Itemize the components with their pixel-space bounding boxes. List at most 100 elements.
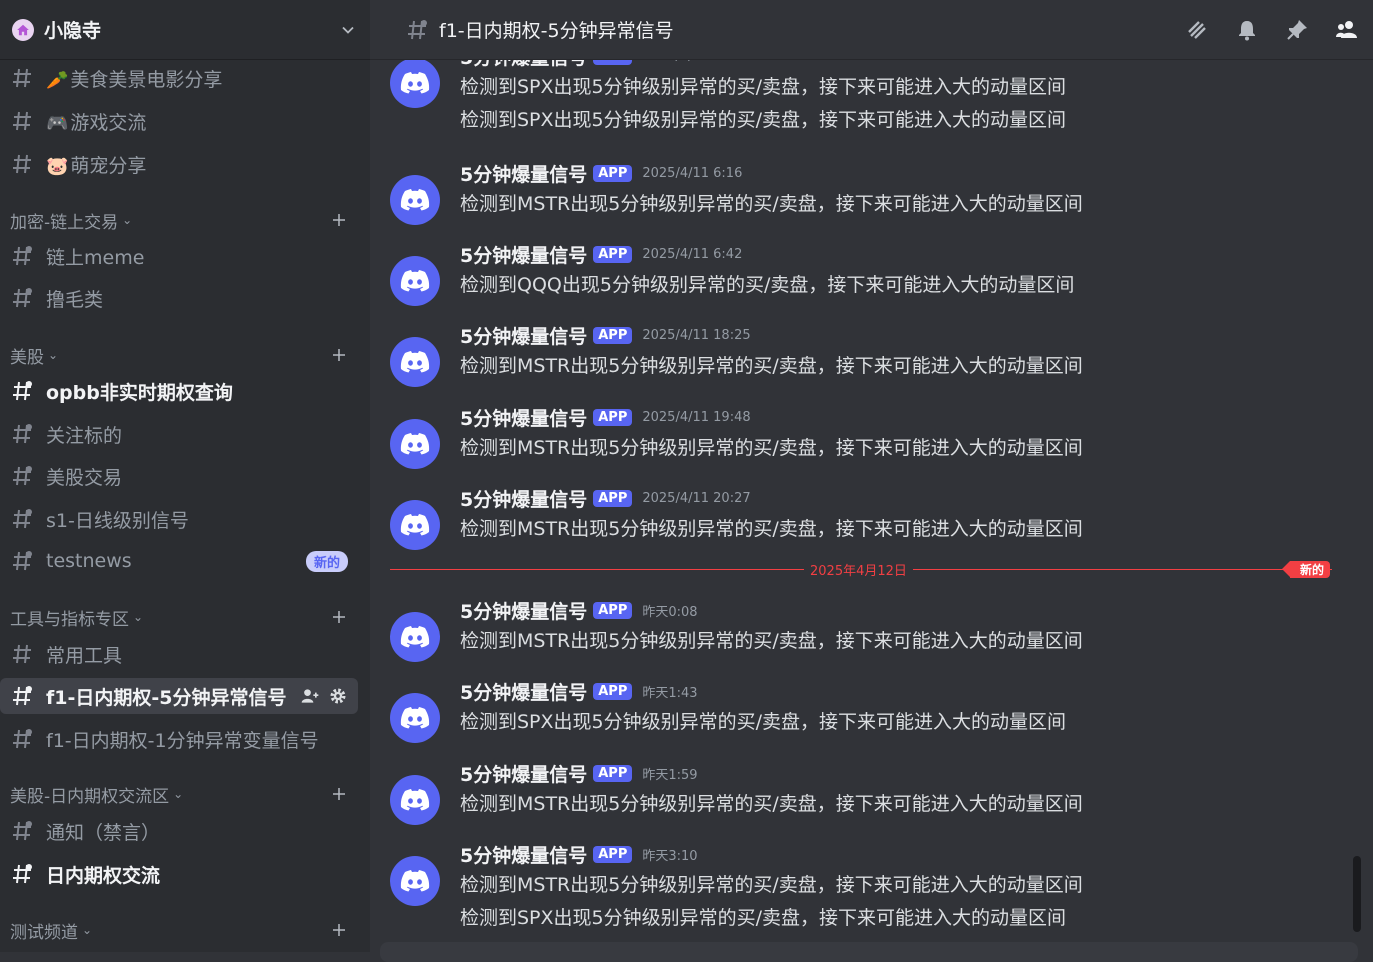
app-badge: APP xyxy=(593,845,633,863)
hash-threads-icon xyxy=(13,821,32,841)
message-author[interactable]: 5分钟爆量信号 xyxy=(460,404,587,431)
category-tools[interactable]: 工具与指标专区 ⌄ xyxy=(0,605,358,630)
scrollbar-thumb[interactable] xyxy=(1353,856,1361,932)
message-text: 检测到SPX出现5分钟级别异常的买/卖盘，接下来可能进入大的动量区间 xyxy=(460,907,1067,929)
category-label: 测试频道 xyxy=(10,922,78,943)
plus-icon[interactable] xyxy=(330,785,348,803)
message-timestamp: 2025/4/11 6:16 xyxy=(642,165,743,181)
category-us-stocks[interactable]: 美股 ⌄ xyxy=(0,343,358,368)
message-author[interactable]: 5分钟爆量信号 xyxy=(460,160,587,187)
channel-airdrop[interactable]: 撸毛类 xyxy=(0,280,358,316)
gamepad-emoji: 🎮 xyxy=(46,112,69,134)
message-input[interactable] xyxy=(380,942,1358,962)
channel-testnews[interactable]: testnews 新的 xyxy=(0,543,358,579)
message-list[interactable]: 5分钟爆量信号APP2025/4/11 6:38检测到SPX出现5分钟级别异常的… xyxy=(370,0,1373,952)
chevron-down-icon[interactable] xyxy=(338,20,358,40)
channel-label: 美食美景电影分享 xyxy=(70,68,223,91)
message-header: 5分钟爆量信号 APP 2025/4/11 20:27 xyxy=(460,485,751,512)
message-header: 5分钟爆量信号 APP 2025/4/11 6:42 xyxy=(460,241,743,268)
app-badge: APP xyxy=(593,164,633,182)
message-text: 检测到SPX出现5分钟级别异常的买/卖盘，接下来可能进入大的动量区间 xyxy=(460,76,1067,98)
hash-threads-icon xyxy=(13,509,32,529)
discord-avatar-icon[interactable] xyxy=(390,775,440,825)
message-timestamp: 2025/4/11 18:25 xyxy=(642,327,751,343)
plus-icon[interactable] xyxy=(330,608,348,626)
discord-avatar-icon[interactable] xyxy=(390,612,440,662)
hash-icon xyxy=(13,68,31,88)
message-author[interactable]: 5分钟爆量信号 xyxy=(460,241,587,268)
hash-threads-icon xyxy=(13,466,32,486)
channel-label: f1-日内期权-5分钟异常信号 xyxy=(46,686,287,709)
channel-intraday-chat[interactable]: 日内期权交流 xyxy=(0,856,358,892)
app-badge: APP xyxy=(593,489,633,507)
app-badge: APP xyxy=(593,601,633,619)
carrot-emoji: 🥕 xyxy=(46,69,69,91)
message-author[interactable]: 5分钟爆量信号 xyxy=(460,597,587,624)
plus-icon[interactable] xyxy=(330,921,348,939)
category-label: 美股 xyxy=(10,347,44,368)
category-label: 美股-日内期权交流区 xyxy=(10,786,170,807)
channel-label: 游戏交流 xyxy=(70,111,147,134)
message-author[interactable]: 5分钟爆量信号 xyxy=(460,841,587,868)
plus-icon[interactable] xyxy=(330,211,348,229)
discord-avatar-icon[interactable] xyxy=(390,856,440,906)
message-author[interactable]: 5分钟爆量信号 xyxy=(460,485,587,512)
pin-icon[interactable] xyxy=(1285,18,1309,42)
channel-label: 美股交易 xyxy=(46,466,123,489)
channel-header: f1-日内期权-5分钟异常信号 xyxy=(370,0,1373,60)
divider-date: 2025年4月12日 xyxy=(804,560,913,579)
discord-avatar-icon[interactable] xyxy=(390,58,440,108)
server-header[interactable]: 小隐寺 xyxy=(0,0,370,60)
channel-f1-1min[interactable]: f1-日内期权-1分钟异常变量信号 xyxy=(0,721,358,757)
chevron-down-icon: ⌄ xyxy=(48,348,59,362)
hash-threads-icon xyxy=(13,729,32,749)
channel-food[interactable]: 🥕 美食美景电影分享 xyxy=(0,60,358,96)
app-badge: APP xyxy=(593,245,633,263)
plus-icon[interactable] xyxy=(330,346,348,364)
discord-avatar-icon[interactable] xyxy=(390,256,440,306)
app-badge: APP xyxy=(593,764,633,782)
discord-avatar-icon[interactable] xyxy=(390,337,440,387)
members-icon[interactable] xyxy=(1335,18,1359,42)
category-crypto[interactable]: 加密-链上交易 ⌄ xyxy=(0,208,358,233)
hash-threads-icon xyxy=(13,864,32,884)
discord-avatar-icon[interactable] xyxy=(390,693,440,743)
discord-avatar-icon[interactable] xyxy=(390,175,440,225)
message-text: 检测到SPX出现5分钟级别异常的买/卖盘，接下来可能进入大的动量区间 xyxy=(460,711,1067,733)
message-text: 检测到MSTR出现5分钟级别异常的买/卖盘，接下来可能进入大的动量区间 xyxy=(460,518,1083,540)
bell-icon[interactable] xyxy=(1235,18,1259,42)
channel-tools[interactable]: 常用工具 xyxy=(0,636,358,672)
message-header: 5分钟爆量信号 APP 2025/4/11 19:48 xyxy=(460,404,751,431)
message-author[interactable]: 5分钟爆量信号 xyxy=(460,322,587,349)
home-icon xyxy=(12,18,34,41)
discord-avatar-icon[interactable] xyxy=(390,419,440,469)
channel-notice[interactable]: 通知（禁言） xyxy=(0,813,358,849)
category-test[interactable]: 测试频道 ⌄ xyxy=(0,918,358,943)
threads-icon[interactable] xyxy=(1185,18,1209,42)
channel-label: 日内期权交流 xyxy=(46,864,161,887)
message-author[interactable]: 5分钟爆量信号 xyxy=(460,760,587,787)
message-timestamp: 2025/4/11 6:42 xyxy=(642,246,743,262)
discord-avatar-icon[interactable] xyxy=(390,500,440,550)
channel-us-trading[interactable]: 美股交易 xyxy=(0,458,358,494)
hash-threads-icon xyxy=(13,246,32,266)
message-timestamp: 昨天1:43 xyxy=(642,685,698,701)
channel-label: 萌宠分享 xyxy=(70,154,147,177)
channel-opbb[interactable]: opbb非实时期权查询 xyxy=(0,373,358,409)
message-author[interactable]: 5分钟爆量信号 xyxy=(460,678,587,705)
message-timestamp: 昨天0:08 xyxy=(642,604,698,620)
gear-icon[interactable] xyxy=(328,686,348,706)
channel-f1-5min[interactable]: f1-日内期权-5分钟异常信号 xyxy=(0,678,358,714)
message-header: 5分钟爆量信号 APP 2025/4/11 6:16 xyxy=(460,160,743,187)
channel-s1[interactable]: s1-日线级别信号 xyxy=(0,501,358,537)
category-intraday[interactable]: 美股-日内期权交流区 ⌄ xyxy=(0,782,358,807)
message-text: 检测到MSTR出现5分钟级别异常的买/卖盘，接下来可能进入大的动量区间 xyxy=(460,874,1083,896)
channel-games[interactable]: 🎮 游戏交流 xyxy=(0,103,358,139)
channel-pets[interactable]: 🐷 萌宠分享 xyxy=(0,146,358,182)
add-member-icon[interactable] xyxy=(300,686,320,706)
app-badge: APP xyxy=(593,682,633,700)
channel-watchlist[interactable]: 关注标的 xyxy=(0,416,358,452)
message-header: 5分钟爆量信号 APP 昨天3:10 xyxy=(460,841,698,868)
channel-meme[interactable]: 链上meme xyxy=(0,238,358,274)
hash-threads-icon xyxy=(408,19,427,39)
